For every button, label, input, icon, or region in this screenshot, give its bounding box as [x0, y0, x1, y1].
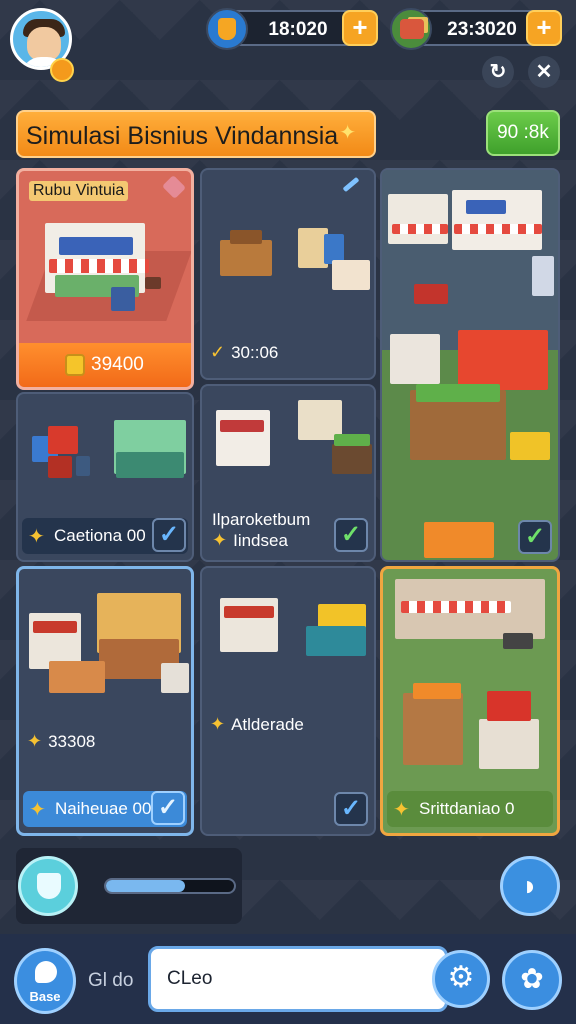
- tile-label: Caetiona 00: [54, 526, 146, 545]
- player-avatar[interactable]: [8, 6, 74, 82]
- tile-price: 39400: [91, 354, 144, 375]
- shop-tile-2[interactable]: ✓ 30::06: [200, 168, 376, 380]
- shop-tile-8[interactable]: ✦ Srittdaniao 0: [380, 566, 560, 836]
- avatar-coin-icon: [50, 58, 74, 82]
- currency-gold: 18:020 +: [206, 8, 378, 50]
- gold-bag-icon: [206, 8, 248, 50]
- tile-check[interactable]: ✓: [334, 518, 368, 552]
- gear-icon[interactable]: ⚙: [432, 950, 490, 1008]
- tile-check[interactable]: ✓: [151, 791, 185, 825]
- sparkle-icon: ✦: [339, 122, 356, 144]
- tile-price: ✦ 33308: [27, 731, 96, 751]
- coin-icon: [65, 354, 85, 376]
- shop-tile-4[interactable]: ✦ Caetiona 00 ✓: [16, 392, 194, 562]
- tile-check[interactable]: ✓: [152, 518, 186, 552]
- tile-price-bar: 39400: [19, 343, 191, 387]
- shop-tile-3[interactable]: ✓: [380, 168, 560, 562]
- currency-goods: 23:3020 +: [390, 8, 562, 50]
- location-pin-icon: [35, 961, 57, 983]
- money-badge[interactable]: 90 :8k: [486, 110, 560, 156]
- tile-label: Ilparoketbum ✦ Iindsea: [212, 510, 311, 550]
- refresh-icon[interactable]: ↻: [482, 56, 514, 88]
- close-icon[interactable]: ✕: [528, 56, 560, 88]
- tile-check[interactable]: ✓: [334, 792, 368, 826]
- shop-tile-6[interactable]: ✦ 33308 ✦ Naiheuae 00 ✓: [16, 566, 194, 836]
- currency-gold-value: 18:020: [268, 19, 328, 40]
- tile-label-bar: ✦ Srittdaniao 0: [387, 791, 553, 827]
- gem-icon: [161, 174, 187, 200]
- goods-icon: [390, 8, 432, 50]
- add-gold-button[interactable]: +: [342, 10, 378, 46]
- base-label: Base: [29, 989, 61, 1004]
- page-title: Simulasi Bisnius Vindannsia: [26, 122, 339, 150]
- title-banner: Simulasi Bisnius Vindannsia ✦: [16, 110, 376, 158]
- base-button[interactable]: Base: [14, 948, 76, 1014]
- sparkle-icon: ✦: [29, 799, 46, 821]
- progress-fill: [106, 880, 186, 892]
- progress-slider[interactable]: [104, 878, 236, 894]
- tile-check[interactable]: ✓: [518, 520, 552, 554]
- shop-tile-7[interactable]: ✦ Atlderade ✓: [200, 566, 376, 836]
- tile-label: Srittdaniao 0: [419, 799, 515, 818]
- shop-tile-5[interactable]: Ilparoketbum ✦ Iindsea ✓: [200, 384, 376, 562]
- chat-input[interactable]: [148, 946, 448, 1012]
- chat-bubble-icon[interactable]: ◗: [500, 856, 560, 916]
- shield-icon[interactable]: [18, 856, 78, 916]
- tile-label: ✦ Atlderade: [210, 714, 304, 734]
- sparkle-icon: ✦: [393, 799, 410, 821]
- tile-title: Rubu Vintuia: [29, 181, 129, 201]
- magic-wand-icon: [342, 176, 360, 193]
- profile-icon[interactable]: ✿: [502, 950, 562, 1010]
- sparkle-icon: ✦: [28, 526, 45, 548]
- add-goods-button[interactable]: +: [526, 10, 562, 46]
- currency-goods-value: 23:3020: [447, 19, 517, 40]
- goto-label: Gl do: [88, 970, 134, 991]
- shop-tile-1[interactable]: Rubu Vintuia 39400: [16, 168, 194, 390]
- tile-status: ✓ 30::06: [210, 342, 279, 362]
- tile-label: Naiheuae 00: [55, 799, 152, 818]
